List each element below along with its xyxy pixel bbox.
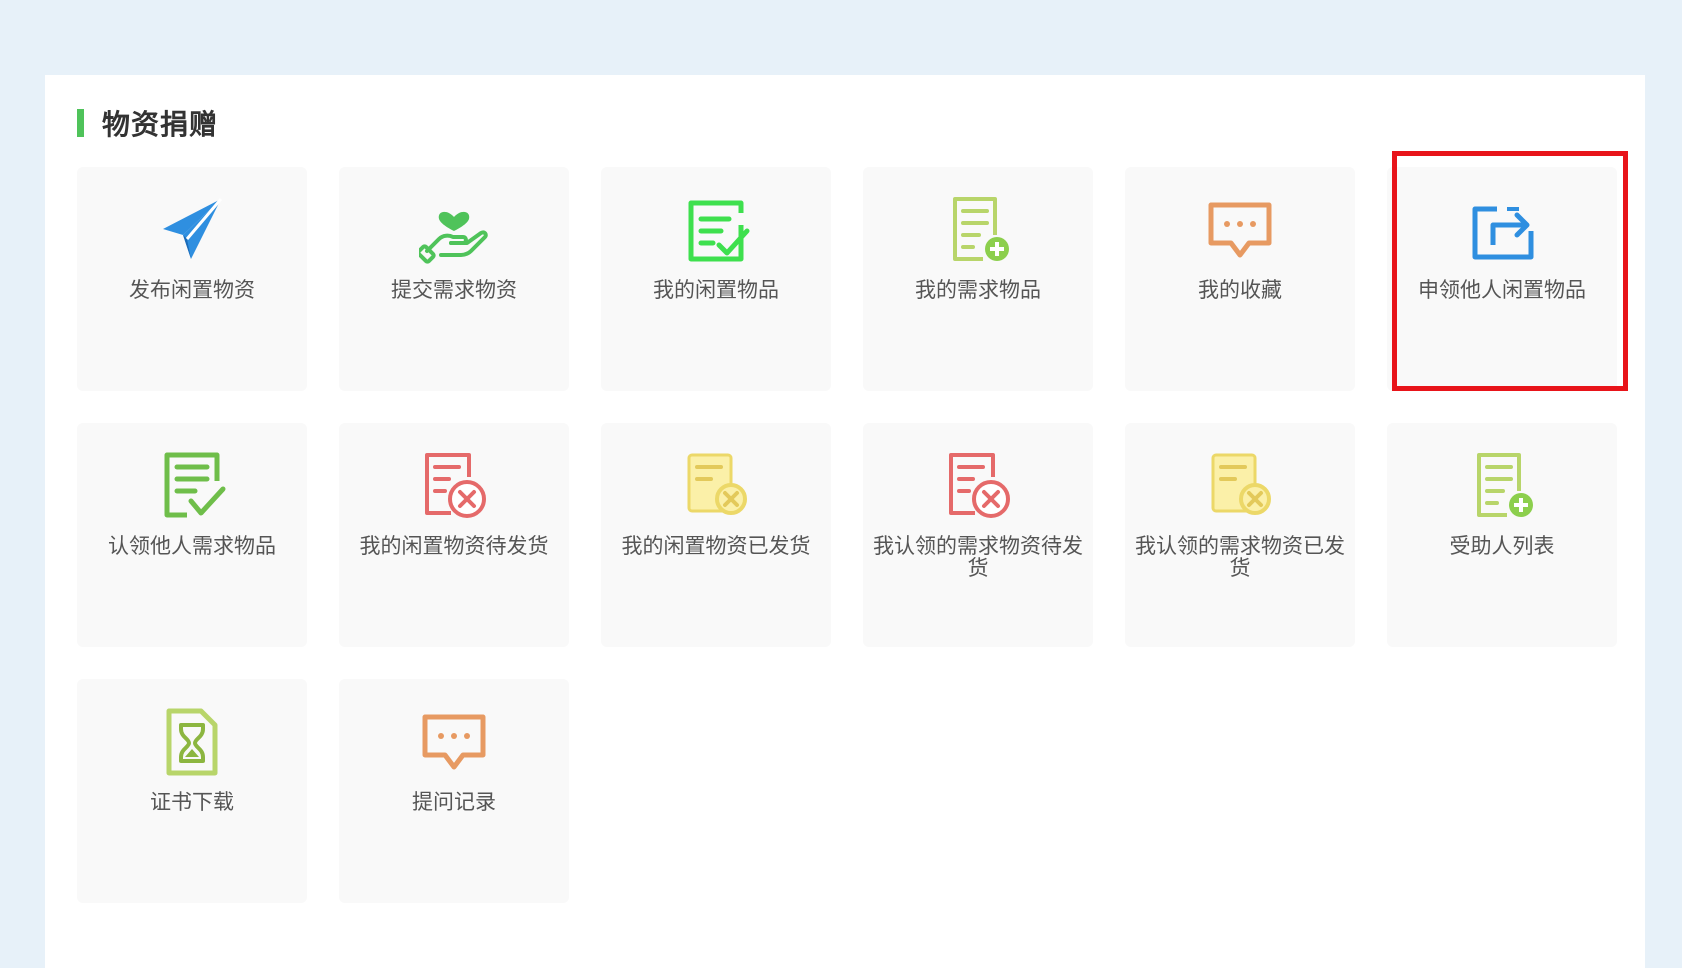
card-certificate-download[interactable]: 证书下载 bbox=[77, 679, 307, 903]
section-title: 物资捐赠 bbox=[102, 108, 219, 141]
card-label: 认领他人需求物品 bbox=[108, 534, 276, 558]
card-publish-idle[interactable]: 发布闲置物资 bbox=[77, 167, 307, 391]
card-label: 受助人列表 bbox=[1449, 534, 1555, 558]
hourglass-document-icon bbox=[157, 707, 227, 777]
card-label: 我的闲置物品 bbox=[653, 278, 779, 302]
share-folder-icon bbox=[1467, 195, 1537, 265]
document-cancel-icon bbox=[943, 451, 1013, 521]
document-cancel-icon bbox=[419, 451, 489, 521]
card-my-claimed-pending-ship[interactable]: 我认领的需求物资待发货 bbox=[863, 423, 1093, 647]
card-label: 申领他人闲置物品 bbox=[1418, 278, 1586, 302]
donation-panel: 物资捐赠 发布闲置物资 提交需求物资 我的闲置物品 我的需求物品 我的收藏 申领… bbox=[45, 75, 1645, 968]
card-my-idle-items[interactable]: 我的闲置物品 bbox=[601, 167, 831, 391]
edit-check-icon bbox=[681, 195, 751, 265]
hand-heart-icon bbox=[419, 195, 489, 265]
card-label: 我的需求物品 bbox=[915, 278, 1041, 302]
card-my-demand-items[interactable]: 我的需求物品 bbox=[863, 167, 1093, 391]
card-label: 证书下载 bbox=[150, 790, 234, 814]
card-submit-demand[interactable]: 提交需求物资 bbox=[339, 167, 569, 391]
card-label: 我认领的需求物资已发货 bbox=[1135, 534, 1345, 580]
document-check-icon bbox=[157, 451, 227, 521]
card-label: 提交需求物资 bbox=[391, 278, 517, 302]
document-plus-icon bbox=[1467, 451, 1537, 521]
card-my-claimed-shipped[interactable]: 我认领的需求物资已发货 bbox=[1125, 423, 1355, 647]
card-label: 我的闲置物资已发货 bbox=[621, 534, 811, 558]
chat-bubble-icon bbox=[1205, 195, 1275, 265]
title-accent-bar bbox=[77, 109, 84, 137]
document-plus-icon bbox=[943, 195, 1013, 265]
section-header: 物资捐赠 bbox=[77, 103, 218, 143]
card-label: 提问记录 bbox=[412, 790, 496, 814]
card-apply-others-idle[interactable]: 申领他人闲置物品 bbox=[1387, 167, 1617, 391]
card-label: 我认领的需求物资待发货 bbox=[873, 534, 1083, 580]
card-my-idle-shipped[interactable]: 我的闲置物资已发货 bbox=[601, 423, 831, 647]
card-label: 我的闲置物资待发货 bbox=[359, 534, 549, 558]
card-label: 我的收藏 bbox=[1198, 278, 1282, 302]
card-my-favorites[interactable]: 我的收藏 bbox=[1125, 167, 1355, 391]
card-question-records[interactable]: 提问记录 bbox=[339, 679, 569, 903]
card-claim-others-demand[interactable]: 认领他人需求物品 bbox=[77, 423, 307, 647]
paper-plane-icon bbox=[157, 195, 227, 265]
document-cancel-yellow-icon bbox=[681, 451, 751, 521]
card-recipient-list[interactable]: 受助人列表 bbox=[1387, 423, 1617, 647]
card-my-idle-pending-ship[interactable]: 我的闲置物资待发货 bbox=[339, 423, 569, 647]
document-cancel-yellow-icon bbox=[1205, 451, 1275, 521]
chat-bubble-icon bbox=[419, 707, 489, 777]
card-label: 发布闲置物资 bbox=[129, 278, 255, 302]
